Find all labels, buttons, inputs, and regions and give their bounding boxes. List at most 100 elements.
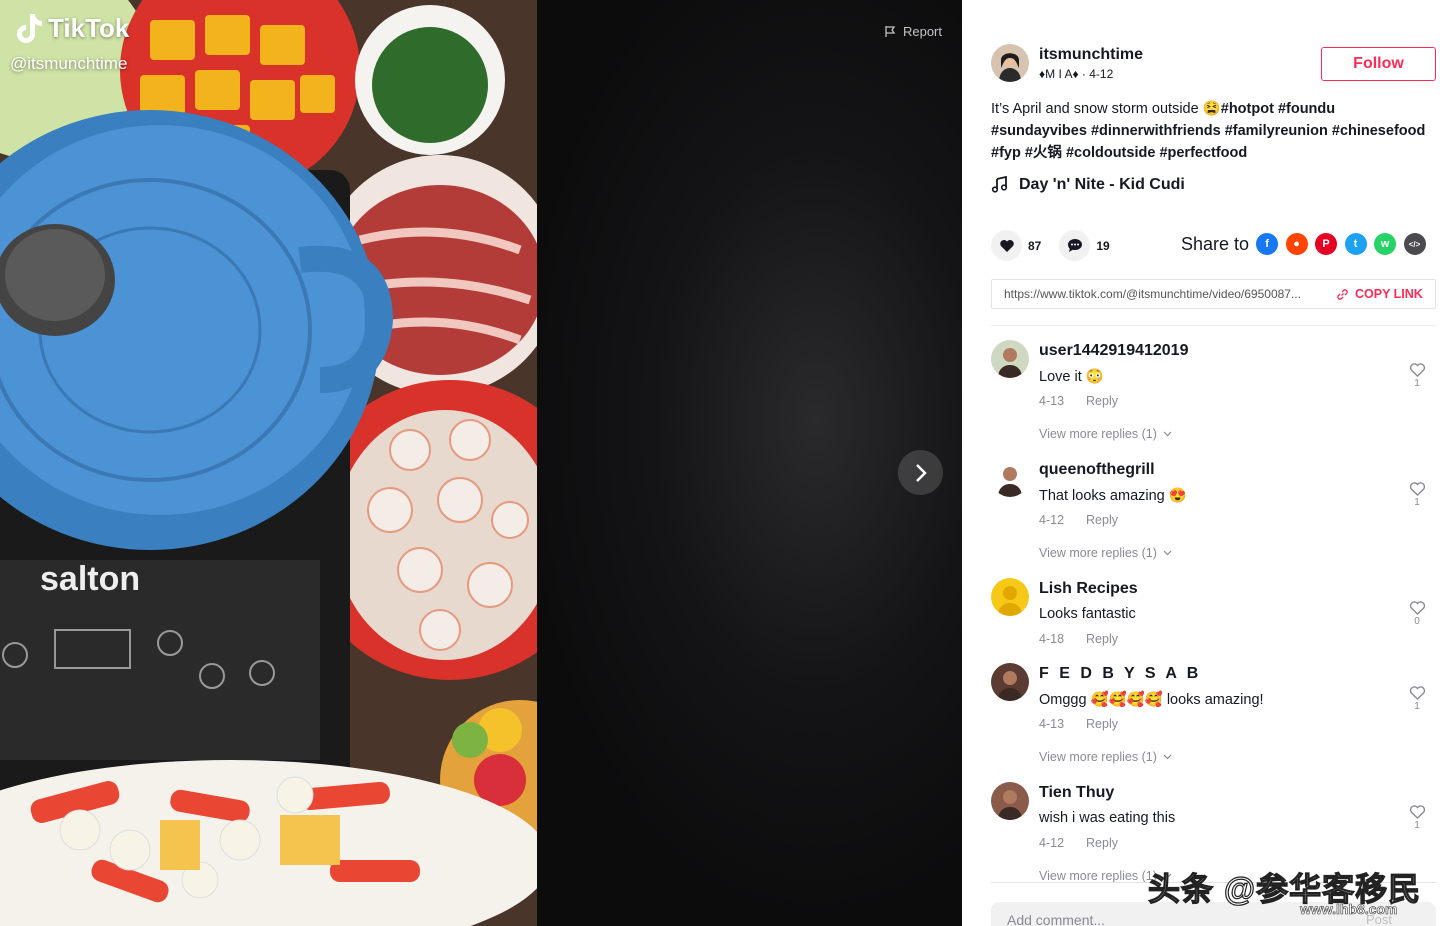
author-info[interactable]: itsmunchtime ♦M I A♦ · 4-12	[991, 44, 1143, 82]
heart-outline-icon	[1409, 805, 1425, 819]
flag-icon	[885, 26, 896, 37]
svg-text:salton: salton	[40, 560, 140, 598]
comment-like-button[interactable]: 1	[1408, 362, 1426, 389]
comment-date: 4-13	[1039, 394, 1065, 408]
commenter-name[interactable]: queenofthegrill	[1039, 461, 1155, 479]
video-watermark-handle: @itsmunchtime	[10, 54, 128, 73]
comment-action[interactable]: 19	[1059, 230, 1110, 261]
hotpot-food-image: salton	[0, 0, 537, 926]
comment-text: Looks fantastic	[1039, 606, 1136, 622]
author-avatar[interactable]	[991, 44, 1029, 82]
source-watermark-site: www.lhb8.com	[1300, 901, 1398, 918]
tiktok-note-icon	[17, 14, 42, 43]
music-title: Day 'n' Nite - Kid Cudi	[1019, 176, 1185, 193]
commenter-avatar[interactable]	[991, 578, 1029, 616]
share-bar: Share to f ● Pt w </>	[1181, 233, 1433, 255]
comment-text: Love it 😳	[1039, 369, 1104, 385]
commenter-name[interactable]: Lish Recipes	[1039, 580, 1138, 598]
video-frame[interactable]: salton TikTok @itsmunchtime	[0, 0, 537, 926]
comment-list: user1442919412019 Love it 😳 4-13 Reply View …	[991, 338, 1436, 899]
reply-button[interactable]: Reply	[1086, 513, 1118, 527]
comment-text: That looks amazing 😍	[1039, 488, 1187, 504]
commenter-name[interactable]: Tien Thuy	[1039, 784, 1114, 802]
twitter-icon[interactable]: t	[1344, 233, 1367, 255]
comment-like-count: 1	[1414, 378, 1420, 389]
commenter-avatar[interactable]	[991, 459, 1029, 497]
reddit-icon[interactable]: ●	[1285, 233, 1308, 255]
chevron-down-icon	[1163, 754, 1172, 760]
tiktok-logo: TikTok	[14, 12, 129, 44]
comment-input-placeholder: Add comment...	[1007, 912, 1106, 926]
comment-date: 4-18	[1039, 632, 1065, 646]
share-label: Share to	[1181, 233, 1250, 254]
view-more-label: View more replies (1)	[1039, 750, 1157, 764]
comment-item: user1442919412019 Love it 😳 4-13 Reply View …	[991, 338, 1436, 457]
hashtag-link[interactable]: #perfectfood	[1159, 145, 1247, 161]
view-more-label: View more replies (1)	[1039, 427, 1157, 441]
comment-button[interactable]	[1059, 230, 1091, 261]
report-label: Report	[902, 24, 942, 39]
heart-outline-icon	[1409, 686, 1425, 700]
comment-like-count: 1	[1414, 701, 1420, 712]
heart-outline-icon	[1409, 601, 1425, 615]
comment-text: Omggg 🥰🥰🥰🥰 looks amazing!	[1039, 692, 1264, 708]
hashtag-link[interactable]: #familyreunion	[1225, 123, 1328, 139]
view-more-replies[interactable]: View more replies (1)	[1039, 427, 1172, 441]
video-link-box[interactable]: https://www.tiktok.com/@itsmunchtime/vid…	[991, 279, 1436, 309]
heart-outline-icon	[1409, 482, 1425, 496]
hashtag-link[interactable]: #foundu	[1278, 101, 1335, 117]
comment-bubble-icon	[1067, 239, 1082, 252]
commenter-avatar[interactable]	[991, 340, 1029, 378]
commenter-name[interactable]: user1442919412019	[1039, 342, 1188, 360]
copy-link-label: COPY LINK	[1355, 287, 1423, 301]
video-player[interactable]: salton TikTok @itsmunchtime Report	[0, 0, 962, 926]
report-button[interactable]: Report	[884, 24, 942, 39]
comment-meta: 4-18 Reply	[1039, 632, 1118, 646]
view-more-label: View more replies (1)	[1039, 869, 1157, 883]
hashtag-link[interactable]: #fyp	[991, 145, 1021, 161]
comment-meta: 4-12 Reply	[1039, 836, 1118, 850]
hashtag-link[interactable]: #hotpot	[1221, 101, 1274, 117]
author-username[interactable]: itsmunchtime	[1039, 46, 1143, 64]
video-detail-panel: itsmunchtime ♦M I A♦ · 4-12 Follow It’s …	[962, 0, 1440, 926]
copy-link-button[interactable]: COPY LINK	[1336, 287, 1423, 301]
reply-button[interactable]: Reply	[1086, 717, 1118, 731]
next-video-button[interactable]	[898, 450, 943, 495]
hashtag-link[interactable]: #火锅	[1025, 145, 1062, 161]
engagement-bar: 87 19	[991, 230, 1128, 261]
hashtag-link[interactable]: #dinnerwithfriends	[1091, 123, 1221, 139]
hashtag-link[interactable]: #coldoutside	[1066, 145, 1155, 161]
comment-item: queenofthegrill That looks amazing 😍 4-12 R…	[991, 457, 1436, 576]
like-count: 87	[1028, 238, 1042, 253]
comment-like-button[interactable]: 1	[1408, 685, 1426, 712]
reply-button[interactable]: Reply	[1086, 836, 1118, 850]
music-note-icon	[991, 176, 1008, 193]
comment-meta: 4-13 Reply	[1039, 717, 1118, 731]
commenter-name[interactable]: F E D B Y S A B	[1039, 665, 1201, 683]
comment-item: F E D B Y S A B Omggg 🥰🥰🥰🥰 looks amazing!…	[991, 661, 1436, 780]
comment-count: 19	[1096, 238, 1110, 253]
hashtag-link[interactable]: #chinesefood	[1332, 123, 1425, 139]
comment-like-button[interactable]: 1	[1408, 804, 1426, 831]
view-more-replies[interactable]: View more replies (1)	[1039, 750, 1172, 764]
comment-date: 4-13	[1039, 717, 1065, 731]
author-subline: ♦M I A♦ · 4-12	[1039, 67, 1143, 81]
hashtag-link[interactable]: #sundayvibes	[991, 123, 1087, 139]
facebook-icon[interactable]: f	[1256, 233, 1279, 255]
reply-button[interactable]: Reply	[1086, 632, 1118, 646]
video-url[interactable]: https://www.tiktok.com/@itsmunchtime/vid…	[1004, 287, 1326, 301]
reply-button[interactable]: Reply	[1086, 394, 1118, 408]
embed-icon[interactable]: </>	[1403, 233, 1426, 255]
follow-button[interactable]: Follow	[1321, 47, 1436, 81]
commenter-avatar[interactable]	[991, 782, 1029, 820]
music-link[interactable]: Day 'n' Nite - Kid Cudi	[991, 176, 1185, 194]
view-more-replies[interactable]: View more replies (1)	[1039, 546, 1172, 560]
comment-like-button[interactable]: 0	[1408, 600, 1426, 627]
post-date: · 4-12	[1078, 66, 1114, 81]
whatsapp-icon[interactable]: w	[1374, 233, 1397, 255]
comment-like-button[interactable]: 1	[1408, 481, 1426, 508]
commenter-avatar[interactable]	[991, 663, 1029, 701]
like-button[interactable]	[991, 230, 1022, 261]
like-action[interactable]: 87	[991, 230, 1041, 261]
pinterest-icon[interactable]: P	[1315, 233, 1338, 255]
